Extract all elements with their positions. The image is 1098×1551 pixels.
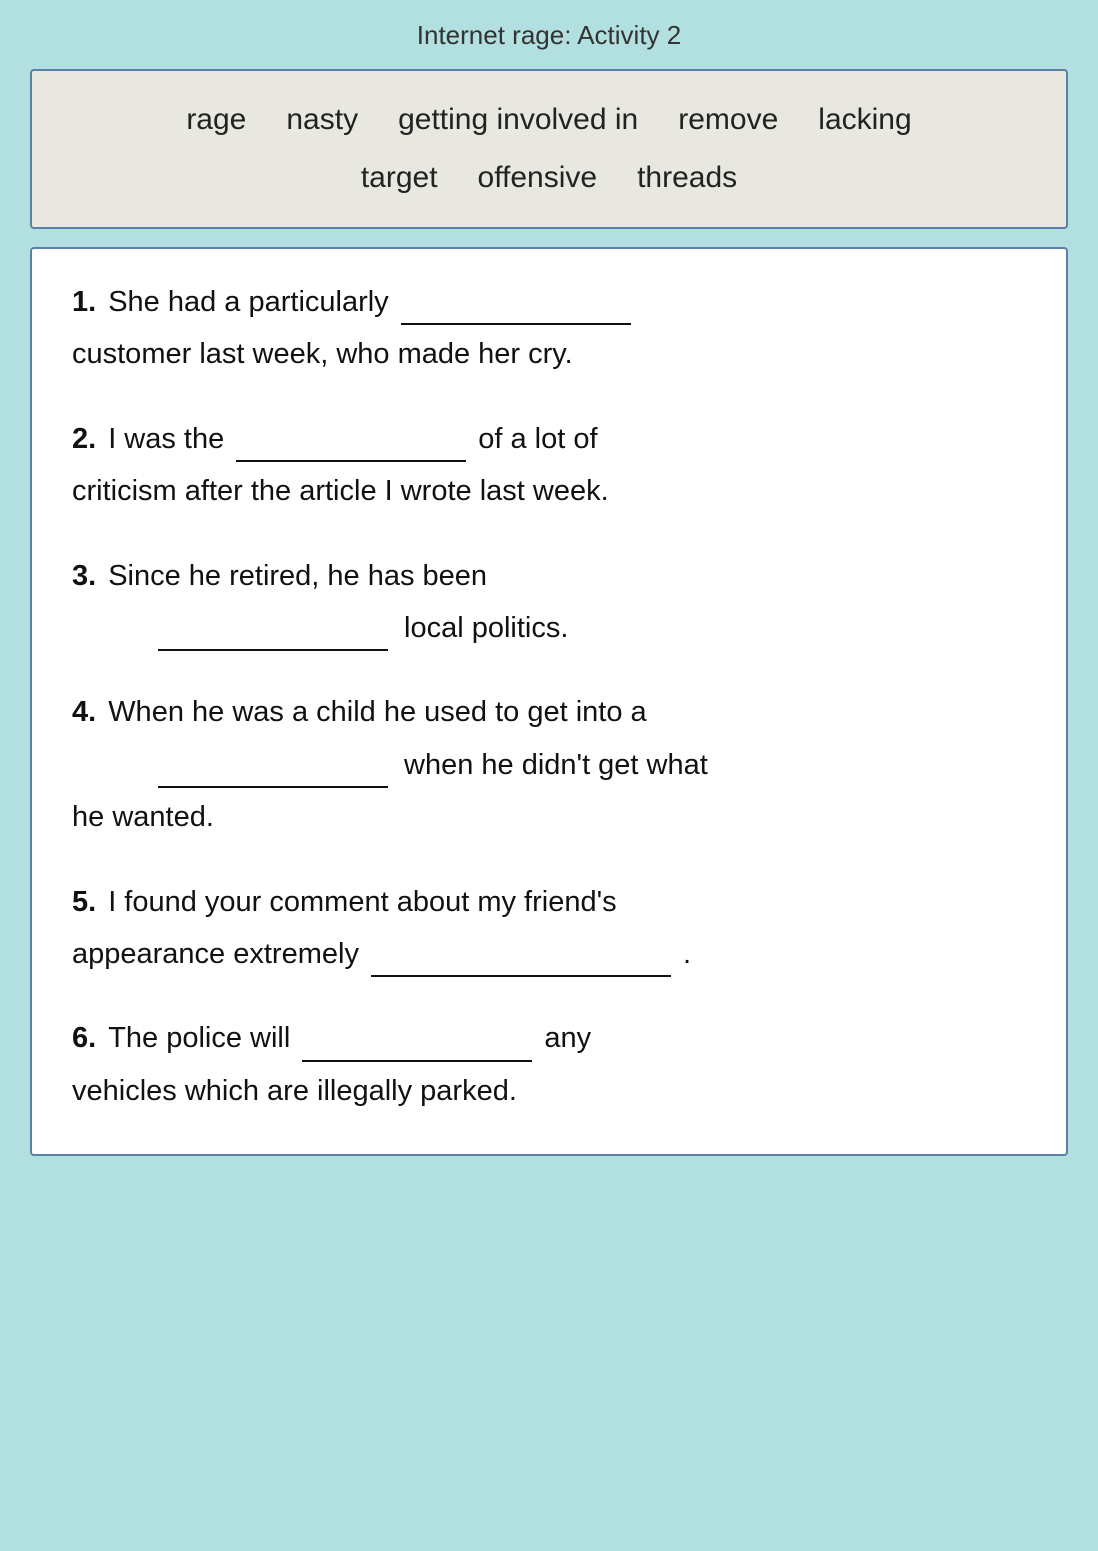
exercise-4-continuation: he wanted. [72, 794, 1026, 840]
exercise-item-2: 2. I was the of a lot of criticism after… [72, 416, 1026, 515]
exercise-3-text2: local politics. [404, 605, 568, 651]
page-title: Internet rage: Activity 2 [30, 20, 1068, 51]
word-threads: threads [637, 151, 737, 205]
word-target: target [361, 151, 438, 205]
exercise-6-text2: any [544, 1015, 591, 1061]
exercise-item-4: 4. When he was a child he used to get in… [72, 689, 1026, 840]
exercise-2-continuation: criticism after the article I wrote last… [72, 468, 1026, 514]
exercise-6-blank[interactable] [302, 1034, 532, 1062]
exercise-5-blank[interactable] [371, 949, 671, 977]
word-rage: rage [186, 93, 246, 147]
exercise-5-line2: appearance extremely . [72, 931, 1026, 977]
exercise-1-continuation: customer last week, who made her cry. [72, 331, 1026, 377]
word-bank: rage nasty getting involved in remove la… [30, 69, 1068, 229]
sentence-5-line1: 5. I found your comment about my friend'… [72, 879, 1026, 925]
exercise-2-text2: of a lot of [478, 416, 597, 462]
exercise-number-2: 2. [72, 416, 96, 462]
word-offensive: offensive [478, 151, 598, 205]
exercise-3-text1: Since he retired, he has been [108, 553, 487, 599]
exercise-4-blank[interactable] [158, 760, 388, 788]
exercise-item-5: 5. I found your comment about my friend'… [72, 879, 1026, 978]
word-getting-involved-in: getting involved in [398, 93, 638, 147]
sentence-1-line1: 1. She had a particularly [72, 279, 1026, 325]
exercise-4-line2: when he didn't get what [72, 742, 1026, 788]
exercise-box: 1. She had a particularly customer last … [30, 247, 1068, 1156]
exercise-1-blank[interactable] [401, 297, 631, 325]
exercise-2-blank[interactable] [236, 434, 466, 462]
exercise-5-text2: appearance extremely [72, 931, 359, 977]
exercise-6-continuation: vehicles which are illegally parked. [72, 1068, 1026, 1114]
sentence-2-line1: 2. I was the of a lot of [72, 416, 1026, 462]
exercise-number-5: 5. [72, 879, 96, 925]
sentence-3-line1: 3. Since he retired, he has been [72, 553, 1026, 599]
exercise-4-text2: when he didn't get what [404, 742, 708, 788]
exercise-number-6: 6. [72, 1015, 96, 1061]
exercise-number-4: 4. [72, 689, 96, 735]
sentence-6-line1: 6. The police will any [72, 1015, 1026, 1061]
sentence-4-line1: 4. When he was a child he used to get in… [72, 689, 1026, 735]
exercise-item-3: 3. Since he retired, he has been local p… [72, 553, 1026, 652]
exercise-number-3: 3. [72, 553, 96, 599]
exercise-6-text1: The police will [108, 1015, 290, 1061]
word-bank-row2: target offensive threads [62, 151, 1036, 205]
exercise-5-period: . [683, 931, 691, 977]
word-nasty: nasty [286, 93, 358, 147]
exercise-3-blank[interactable] [158, 623, 388, 651]
exercise-item-1: 1. She had a particularly customer last … [72, 279, 1026, 378]
word-bank-row1: rage nasty getting involved in remove la… [62, 93, 1036, 147]
exercise-5-text1: I found your comment about my friend's [108, 879, 616, 925]
exercise-number-1: 1. [72, 279, 96, 325]
word-remove: remove [678, 93, 778, 147]
word-lacking: lacking [818, 93, 911, 147]
exercise-4-text1: When he was a child he used to get into … [108, 689, 646, 735]
exercise-2-text1: I was the [108, 416, 224, 462]
exercise-1-text1: She had a particularly [108, 279, 389, 325]
exercise-3-line2: local politics. [72, 605, 1026, 651]
exercise-item-6: 6. The police will any vehicles which ar… [72, 1015, 1026, 1114]
